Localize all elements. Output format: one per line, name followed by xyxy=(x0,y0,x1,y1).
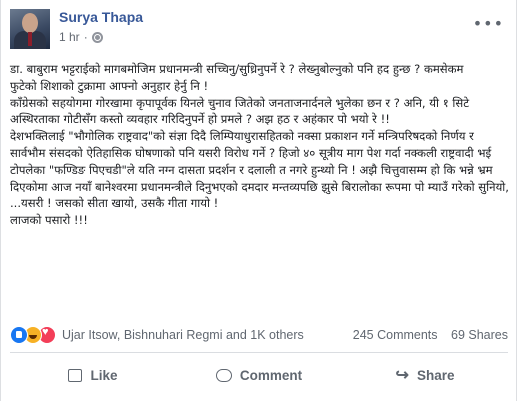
divider xyxy=(10,352,508,353)
share-button[interactable]: ↪ Share xyxy=(342,356,508,394)
avatar[interactable] xyxy=(10,9,50,49)
like-reaction-icon[interactable] xyxy=(10,326,28,344)
meta-separator: · xyxy=(83,30,88,44)
shares-count[interactable]: 69 Shares xyxy=(451,328,508,342)
like-label: Like xyxy=(90,367,118,383)
like-button[interactable]: Like xyxy=(10,356,176,394)
post-paragraph: लाजको पसारो !!! xyxy=(10,213,88,228)
engagement-counts: 245 Comments 69 Shares xyxy=(343,328,508,342)
post-paragraph: फुटेको शिशाको टुक्रामा आफ्नो अनुहार हेर्… xyxy=(10,78,209,93)
comments-count[interactable]: 245 Comments xyxy=(353,328,438,342)
post-paragraph: देशभक्तिलाई "भौगोलिक राष्ट्रवाद"को संज्ञ… xyxy=(10,129,513,211)
comment-icon xyxy=(215,368,232,382)
comment-label: Comment xyxy=(239,367,303,383)
author-name[interactable]: Surya Thapa xyxy=(59,9,143,25)
comment-button[interactable]: Comment xyxy=(176,356,342,394)
globe-icon[interactable] xyxy=(91,31,103,43)
facebook-post: Surya Thapa 1 hr · ••• डा. बाबुराम भट्टर… xyxy=(0,0,517,401)
share-label: Share xyxy=(416,367,455,383)
reactions-bar: Ujar Itsow, Bishnuhari Regmi and 1K othe… xyxy=(10,325,508,345)
post-time[interactable]: 1 hr xyxy=(59,30,80,44)
post-meta: 1 hr · xyxy=(59,30,103,44)
post-body: डा. बाबुराम भट्टराईको मागबमोजिम प्रधानमन… xyxy=(10,61,510,229)
thumbs-up-icon xyxy=(68,368,83,382)
reaction-names[interactable]: Ujar Itsow, Bishnuhari Regmi and 1K othe… xyxy=(62,328,304,342)
share-icon: ↪ xyxy=(395,367,409,384)
more-options-icon[interactable]: ••• xyxy=(473,14,504,33)
post-paragraph: डा. बाबुराम भट्टराईको मागबमोजिम प्रधानमन… xyxy=(10,62,464,76)
post-paragraph: काँग्रेसको सहयोगमा गोरखामा कृपापूर्वक यि… xyxy=(10,95,473,127)
action-bar: Like Comment ↪ Share xyxy=(10,356,508,394)
